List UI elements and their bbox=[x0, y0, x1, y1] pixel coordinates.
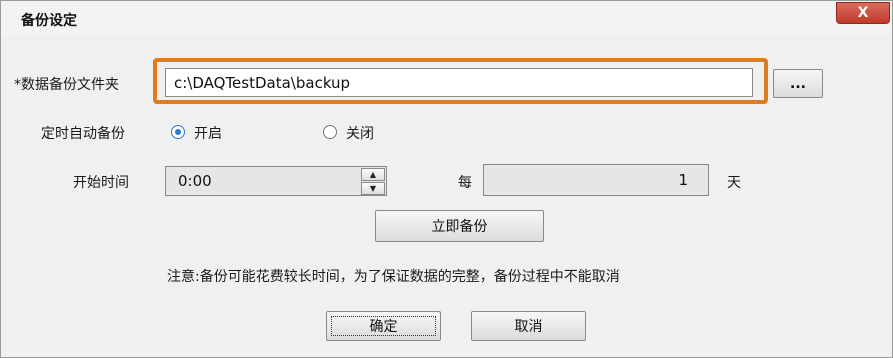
radio-enable[interactable] bbox=[171, 125, 185, 139]
ok-button[interactable]: 确定 bbox=[326, 311, 441, 341]
backup-folder-label: *数据备份文件夹 bbox=[14, 77, 119, 93]
browse-button[interactable]: ... bbox=[773, 69, 823, 98]
browse-label: ... bbox=[790, 75, 806, 92]
interval-prefix: 每 bbox=[458, 175, 472, 191]
spin-down-button[interactable]: ▼ bbox=[361, 182, 385, 195]
auto-backup-label: 定时自动备份 bbox=[41, 126, 125, 142]
arrow-up-icon: ▲ bbox=[369, 169, 377, 179]
focus-ring bbox=[331, 316, 436, 336]
dialog-title: 备份设定 bbox=[21, 13, 77, 29]
spin-up-button[interactable]: ▲ bbox=[361, 168, 385, 181]
radio-disable-label[interactable]: 关闭 bbox=[346, 123, 374, 143]
interval-days-input[interactable] bbox=[483, 164, 709, 196]
close-button[interactable]: X bbox=[836, 2, 890, 24]
radio-disable[interactable] bbox=[323, 125, 337, 139]
cancel-label: 取消 bbox=[514, 319, 543, 335]
cancel-button[interactable]: 取消 bbox=[471, 311, 586, 341]
interval-unit: 天 bbox=[727, 175, 741, 191]
note-text: 注意:备份可能花费较长时间，为了保证数据的完整，备份过程中不能取消 bbox=[167, 269, 620, 285]
start-time-label: 开始时间 bbox=[73, 175, 129, 191]
backup-now-label: 立即备份 bbox=[431, 219, 488, 235]
backup-settings-dialog: 备份设定 X *数据备份文件夹 ... 定时自动备份 开启 关闭 开始时间 ▲ … bbox=[0, 0, 893, 358]
close-icon: X bbox=[857, 5, 869, 21]
backup-folder-input[interactable] bbox=[165, 68, 753, 97]
radio-enable-label[interactable]: 开启 bbox=[194, 123, 222, 143]
arrow-down-icon: ▼ bbox=[369, 183, 377, 193]
backup-now-button[interactable]: 立即备份 bbox=[375, 210, 544, 242]
start-time-input[interactable] bbox=[165, 166, 387, 196]
title-bar: 备份设定 X bbox=[1, 1, 892, 35]
